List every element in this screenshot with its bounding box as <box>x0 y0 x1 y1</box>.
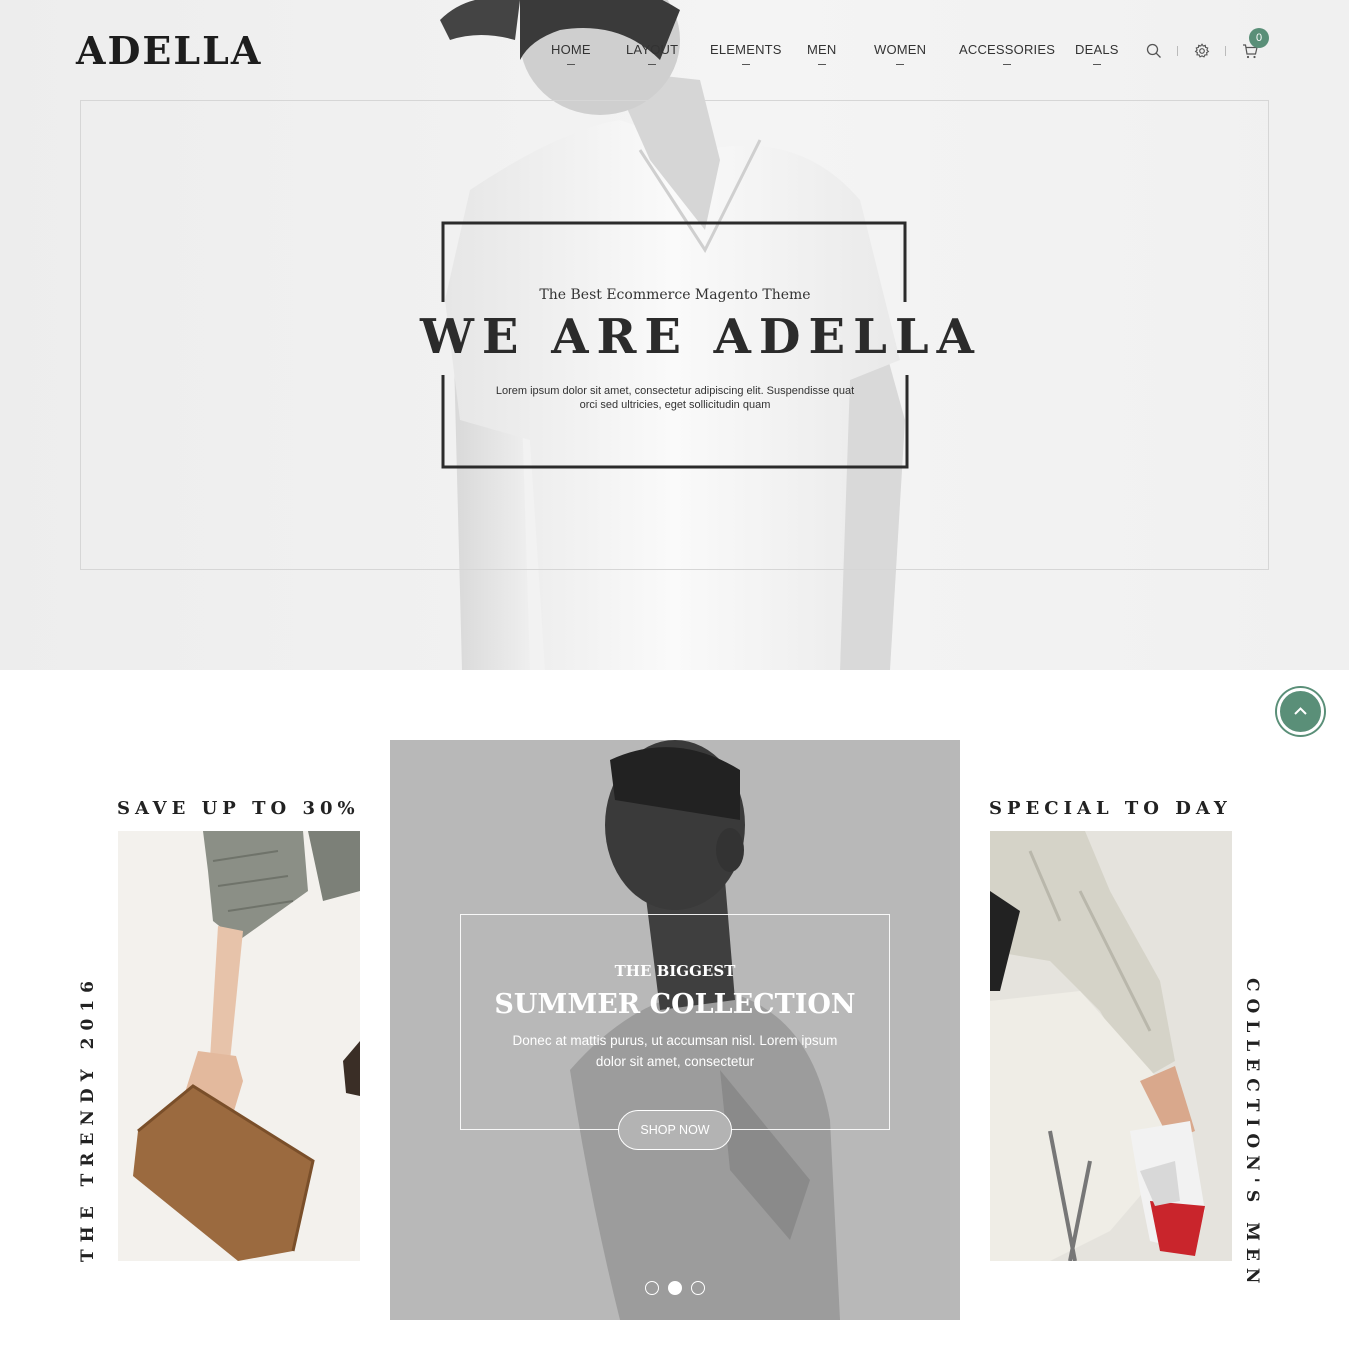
slide-title: SUMMER COLLECTION <box>494 989 856 1020</box>
gear-icon[interactable] <box>1194 43 1210 59</box>
summer-collection-slider[interactable]: THE BIGGEST SUMMER COLLECTION Donec at m… <box>390 740 960 1320</box>
search-icon[interactable] <box>1146 43 1162 59</box>
nav-accessories[interactable]: ACCESSORIES <box>959 42 1056 65</box>
slider-dot-1[interactable] <box>645 1281 659 1295</box>
nav-layout[interactable]: LAYOUT <box>626 42 679 65</box>
slider-dot-3[interactable] <box>691 1281 705 1295</box>
chevron-up-icon <box>1294 707 1307 715</box>
nav-accessories-label: ACCESSORIES <box>959 42 1056 57</box>
toolbar-divider <box>1177 46 1178 56</box>
slider-dot-2[interactable] <box>668 1281 682 1295</box>
nav-home[interactable]: HOME <box>551 42 591 65</box>
slide-kicker: THE BIGGEST <box>614 962 736 980</box>
hero-description: Lorem ipsum dolor sit amet, consectetur … <box>495 385 855 411</box>
cart-count-badge: 0 <box>1249 28 1269 48</box>
promo-left-vertical-text: THE TRENDY 2016 <box>78 974 98 1262</box>
slide-description: Donec at mattis purus, ut accumsan nisl.… <box>512 1033 838 1069</box>
toolbar-divider <box>1225 46 1226 56</box>
slide-caption-frame <box>460 914 890 1130</box>
promo-left-image[interactable] <box>118 831 360 1261</box>
nav-elements-label: ELEMENTS <box>710 42 782 57</box>
nav-women-label: WOMEN <box>874 42 927 57</box>
site-logo[interactable]: ADELLA <box>76 28 262 73</box>
hero-banner: ADELLA HOME LAYOUT ELEMENTS MEN WOMEN AC… <box>0 0 1349 670</box>
promo-left-heading: SAVE UP TO 30% <box>117 798 360 819</box>
nav-men[interactable]: MEN <box>807 42 837 65</box>
wallet-hand-image <box>118 831 360 1261</box>
hero-title: WE ARE ADELLA <box>420 309 982 365</box>
promo-right-image[interactable] <box>990 831 1232 1261</box>
scroll-to-top-button[interactable] <box>1277 688 1324 735</box>
nav-elements[interactable]: ELEMENTS <box>710 42 782 65</box>
nav-deals-label: DEALS <box>1075 42 1119 57</box>
sneaker-man-image <box>990 831 1232 1261</box>
shop-now-button[interactable]: SHOP NOW <box>618 1110 732 1150</box>
promo-right-heading: SPECIAL TO DAY <box>989 798 1232 819</box>
nav-women[interactable]: WOMEN <box>874 42 927 65</box>
nav-home-label: HOME <box>551 42 591 57</box>
nav-men-label: MEN <box>807 42 837 57</box>
promo-right-vertical-text: COLLECTION'S MEN <box>1242 978 1262 1291</box>
nav-layout-label: LAYOUT <box>626 42 679 57</box>
hero-subtitle: The Best Ecommerce Magento Theme <box>539 287 811 303</box>
nav-deals[interactable]: DEALS <box>1075 42 1119 65</box>
